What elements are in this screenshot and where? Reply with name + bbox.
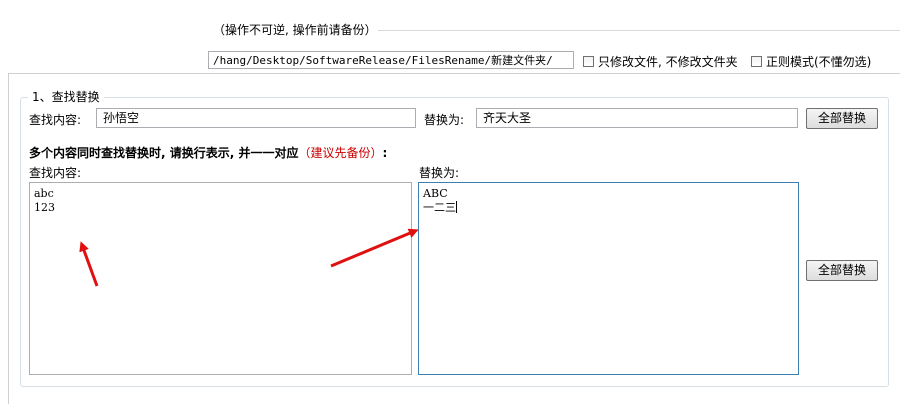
multi-replace-line: ABC: [423, 187, 448, 200]
replace-all-button[interactable]: 全部替换: [806, 108, 878, 129]
regex-checkbox-box[interactable]: [751, 56, 762, 67]
replace-label: 替换为:: [424, 113, 465, 127]
only-files-label: 只修改文件, 不修改文件夹: [598, 55, 738, 69]
group-title: 1、查找替换: [28, 88, 104, 105]
multi-replace-line-with-caret: 一二三: [423, 201, 794, 215]
only-files-checkbox[interactable]: 只修改文件, 不修改文件夹: [583, 53, 738, 70]
multi-find-line: 123: [34, 201, 55, 214]
multi-find-line: abc: [34, 187, 54, 200]
multi-title-colon: :: [382, 146, 388, 160]
regex-checkbox[interactable]: 正则模式(不懂勿选): [751, 53, 871, 70]
multi-replace-line: 一二三: [423, 201, 456, 214]
replace-input[interactable]: 齐天大圣: [476, 108, 798, 128]
multi-replace-all-button[interactable]: 全部替换: [806, 260, 878, 281]
multi-find-label: 查找内容:: [29, 166, 82, 180]
find-label: 查找内容:: [29, 113, 82, 127]
multi-title: 多个内容同时查找替换时, 请换行表示, 并一一对应（建议先备份）:: [29, 144, 387, 161]
multi-replace-label: 替换为:: [419, 166, 460, 180]
regex-label: 正则模式(不懂勿选): [766, 55, 872, 69]
multi-find-textarea[interactable]: abc 123: [29, 182, 412, 375]
multi-title-hint: （建议先备份）: [298, 146, 383, 160]
path-input[interactable]: /hang/Desktop/SoftwareRelease/FilesRenam…: [208, 51, 574, 69]
only-files-checkbox-box[interactable]: [583, 56, 594, 67]
header-separator: [378, 30, 900, 31]
find-input[interactable]: 孙悟空: [96, 108, 416, 128]
multi-replace-textarea[interactable]: ABC 一二三: [418, 182, 799, 375]
multi-title-text: 多个内容同时查找替换时, 请换行表示, 并一一对应: [29, 146, 299, 160]
warning-text: （操作不可逆, 操作前请备份）: [213, 23, 377, 37]
text-caret: [456, 201, 457, 213]
